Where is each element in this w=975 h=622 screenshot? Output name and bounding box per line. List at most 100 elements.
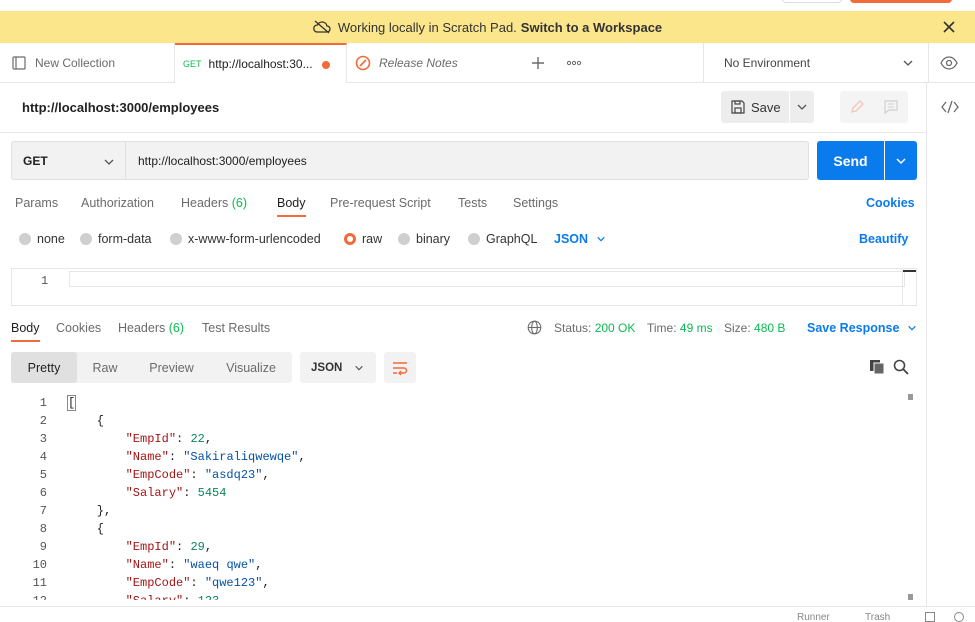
json-colon: : [190,468,205,482]
new-tab-plus-icon[interactable] [530,55,546,71]
scroll-down-arrow[interactable] [908,594,913,600]
edit-button[interactable] [840,91,874,123]
layout-icon[interactable] [925,612,935,622]
time-label: Time: [647,321,677,335]
response-tab-body[interactable]: Body [11,321,40,342]
code-line-number: 6 [39,486,47,500]
tab-settings[interactable]: Settings [513,196,558,210]
response-status: Status: 200 OK [554,321,635,335]
more-tabs-icon[interactable] [566,55,582,71]
url-input[interactable] [126,141,809,180]
environment-selector[interactable]: No Environment [703,43,929,83]
help-icon[interactable] [954,612,964,622]
radio-label: x-www-form-urlencoded [188,232,321,246]
wrap-lines-icon [393,362,408,376]
json-colon: : [183,594,197,600]
request-name[interactable]: http://localhost:3000/employees [22,100,219,115]
code-line: 9 "EmpId": 29, [0,540,900,558]
radio-form-data[interactable]: form-data [80,232,152,246]
send-options-button[interactable] [885,141,917,180]
tab-pre-request-script[interactable]: Pre-request Script [330,196,431,210]
release-notes-icon [355,55,371,71]
method-selector[interactable]: GET [11,141,126,180]
scroll-up-arrow[interactable] [908,394,913,400]
comments-button[interactable] [874,91,908,123]
code-line: 8 { [0,522,900,540]
json-colon: : [168,450,184,464]
radio-raw[interactable]: raw [344,232,382,246]
environment-quick-look-eye-icon[interactable] [940,55,958,71]
chevron-down-icon [597,236,605,242]
switch-workspace-link[interactable]: Switch to a Workspace [521,20,662,35]
search-icon[interactable] [893,359,909,375]
code-line-number: 7 [39,504,47,518]
tab-release-notes[interactable]: Release Notes [347,43,519,83]
tab-request-active[interactable]: GET http://localhost:30... [175,43,347,83]
beautify-button[interactable]: Beautify [859,232,908,246]
response-body-viewer[interactable]: 1[2 {3 "EmpId": 22, 4 "Name": "Sakiraliqw… [0,394,917,600]
request-body-editor[interactable]: 1 [11,268,917,306]
tab-new-collection[interactable]: New Collection [0,43,175,83]
json-comma: , [298,450,306,464]
top-upgrade-button[interactable] [850,0,952,3]
code-line-text: "Name": "Sakiraliqwewqe", [68,450,306,464]
view-visualize-button[interactable]: Visualize [210,352,292,383]
editor-scrollbar[interactable] [902,269,916,305]
response-format-selector[interactable]: JSON [300,352,376,383]
tab-body[interactable]: Body [277,196,306,217]
chevron-down-icon [355,365,363,371]
view-pretty-button[interactable]: Pretty [11,352,77,383]
editor-active-line[interactable] [69,271,905,287]
radio-urlencoded[interactable]: x-www-form-urlencoded [170,232,321,246]
globe-icon[interactable] [527,320,542,335]
json-comma: , [255,558,263,572]
copy-icon[interactable] [869,359,885,375]
code-line-text: [ [66,395,77,411]
trash-button[interactable]: Trash [865,612,890,622]
tab-tests[interactable]: Tests [458,196,487,210]
tab-params[interactable]: Params [15,196,58,210]
radio-none[interactable]: none [19,232,65,246]
top-invite-button[interactable] [782,0,842,3]
send-button[interactable]: Send [817,141,884,180]
code-line-number: 12 [7,594,47,600]
body-format-label: JSON [554,232,589,246]
wrap-lines-button[interactable] [384,352,416,383]
tab-label: Release Notes [379,56,458,70]
code-snippet-icon[interactable] [941,99,959,115]
json-value: "Sakiraliqwewqe" [183,450,299,464]
radio-circle [80,233,92,245]
response-tab-test-results[interactable]: Test Results [202,321,270,335]
body-format-selector[interactable]: JSON [554,232,606,246]
cookies-link[interactable]: Cookies [866,196,915,210]
radio-graphql[interactable]: GraphQL [468,232,537,246]
response-tab-cookies[interactable]: Cookies [56,321,101,335]
close-icon[interactable] [941,19,957,35]
save-options-button[interactable] [790,91,814,123]
code-line-text: { [68,414,105,428]
divider [0,132,926,133]
code-line-number: 8 [39,522,47,536]
time-value: 49 ms [679,321,713,335]
save-response-button[interactable]: Save Response [807,321,917,335]
environment-label: No Environment [724,56,811,70]
tab-headers[interactable]: Headers (6) [181,196,247,210]
runner-button[interactable]: Runner [797,612,830,622]
response-tab-headers[interactable]: Headers (6) [118,321,184,335]
radio-binary[interactable]: binary [398,232,450,246]
save-button[interactable]: Save [721,91,789,123]
json-colon: : [168,558,184,572]
view-preview-button[interactable]: Preview [133,352,210,383]
pencil-icon [851,100,864,113]
tab-authorization[interactable]: Authorization [81,196,154,210]
save-label: Save [751,99,781,115]
view-raw-button[interactable]: Raw [77,352,133,383]
line-number: 1 [41,274,49,288]
response-scrollbar[interactable] [907,394,914,600]
